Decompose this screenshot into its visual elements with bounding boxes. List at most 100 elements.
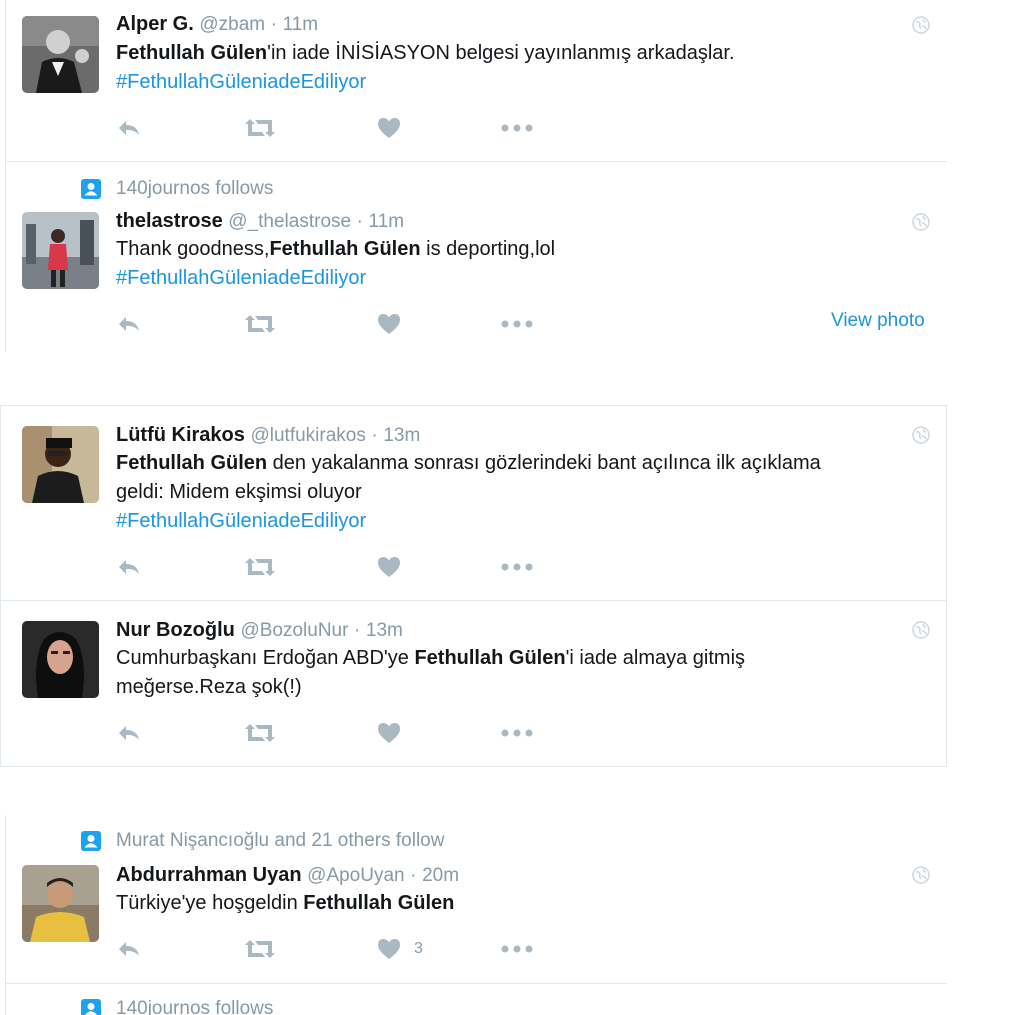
avatar[interactable] (22, 621, 99, 698)
tweet-text: Fethullah Gülen den yakalanma sonrası gö… (116, 449, 916, 536)
tweet-author-name[interactable]: Lütfü Kirakos (116, 424, 245, 446)
tweet-text-bold: Fethullah Gülen (116, 42, 268, 64)
reply-icon (119, 317, 139, 331)
tweet-author-handle[interactable]: @zbam (199, 14, 265, 35)
tweet-timestamp[interactable]: 20m (422, 865, 459, 886)
globe-icon (912, 16, 930, 34)
tweet-text-segment: den yakalanma sonrası gözlerindeki bant … (267, 452, 821, 474)
reply-icon (119, 726, 139, 740)
reply-icon (119, 942, 139, 956)
separator-dot: · (356, 211, 363, 232)
retweet-button[interactable] (244, 936, 276, 962)
heart-icon (378, 557, 400, 577)
like-button[interactable] (376, 311, 414, 337)
reply-button[interactable] (116, 936, 142, 962)
retweet-button[interactable] (244, 720, 276, 746)
tweet-author-name[interactable]: thelastrose (116, 210, 223, 232)
reply-button[interactable] (116, 720, 142, 746)
like-button[interactable] (376, 554, 414, 580)
person-badge-icon (81, 831, 101, 851)
tweet-timestamp[interactable]: 11m (369, 211, 405, 232)
reply-button[interactable] (116, 311, 142, 337)
tweet-author-name[interactable]: Nur Bozoğlu (116, 619, 235, 641)
heart-icon (378, 723, 400, 743)
tweet-text-segment: Cumhurbaşkanı Erdoğan ABD'ye (116, 647, 415, 669)
globe-icon (912, 426, 930, 444)
more-dots-icon (501, 563, 533, 571)
tweet-timestamp[interactable]: 13m (366, 620, 403, 641)
tweet[interactable]: 140journos follows (0, 984, 948, 1015)
hashtag-link[interactable]: #FethullahGüleniadeEdiliyor (116, 71, 366, 93)
reply-icon (119, 121, 139, 135)
tweet-author-name[interactable]: Abdurrahman Uyan (116, 864, 302, 886)
tweet-text-segment: 'i iade almaya gitmiş (565, 647, 746, 669)
more-button[interactable] (500, 720, 534, 746)
tweet-author-handle[interactable]: @_thelastrose (228, 211, 351, 232)
retweet-button[interactable] (244, 311, 276, 337)
tweet[interactable]: Nur Bozoğlu @BozoluNur · 13m Cumhurbaşka… (0, 601, 948, 766)
follow-context: 140journos follows (80, 998, 273, 1015)
tweet[interactable]: 140journos follows thelastrose @_thelast… (0, 162, 948, 352)
tweet-author-name[interactable]: Alper G. (116, 13, 194, 35)
follow-context-text[interactable]: 140journos follows (116, 998, 273, 1015)
more-button[interactable] (500, 936, 534, 962)
tweet-timestamp[interactable]: 13m (383, 425, 420, 446)
retweet-icon (245, 119, 275, 137)
tweet-text-bold: Fethullah Gülen (414, 647, 566, 669)
tweet-text-bold: Fethullah Gülen (116, 452, 268, 474)
more-dots-icon (501, 729, 533, 737)
reply-icon (119, 560, 139, 574)
like-button[interactable] (376, 115, 414, 141)
follow-context-text[interactable]: 140journos follows (116, 178, 273, 200)
tweet-text-segment: geldi: Midem ekşimsi oluyor (116, 481, 362, 503)
retweet-icon (245, 315, 275, 333)
follow-context-text[interactable]: Murat Nişancıoğlu and 21 others follow (116, 830, 444, 852)
reply-button[interactable] (116, 115, 142, 141)
like-button[interactable] (376, 720, 414, 746)
hashtag-link[interactable]: #FethullahGüleniadeEdiliyor (116, 267, 366, 289)
tweet-text: Türkiye'ye hoşgeldin Fethullah Gülen (116, 889, 916, 918)
globe-icon (912, 866, 930, 884)
tweet-text-bold: Fethullah Gülen (269, 238, 421, 260)
hashtag-link[interactable]: #FethullahGüleniadeEdiliyor (116, 510, 366, 532)
tweet-text-segment: 'in iade İNİSİASYON belgesi yayınlanmış … (267, 42, 735, 64)
tweet-text-segment: meğerse.Reza şok(!) (116, 676, 302, 698)
reply-button[interactable] (116, 554, 142, 580)
like-button[interactable]: 3 (376, 936, 423, 962)
tweet-author-handle[interactable]: @lutfukirakos (250, 425, 365, 446)
tweet[interactable]: Lütfü Kirakos @lutfukirakos · 13m Fethul… (0, 406, 948, 600)
more-button[interactable] (500, 311, 534, 337)
more-button[interactable] (500, 554, 534, 580)
tweet[interactable]: Murat Nişancıoğlu and 21 others follow A… (0, 815, 948, 983)
tweet-author-handle[interactable]: @ApoUyan (307, 865, 404, 886)
tweet-author-handle[interactable]: @BozoluNur (240, 620, 348, 641)
heart-icon (378, 118, 400, 138)
heart-icon (378, 939, 400, 959)
tweet-timestamp[interactable]: 11m (283, 14, 319, 35)
heart-icon (378, 314, 400, 334)
view-photo-link[interactable]: View photo (831, 310, 925, 332)
retweet-button[interactable] (244, 554, 276, 580)
tweet-text-segment: Thank goodness, (116, 238, 270, 260)
retweet-button[interactable] (244, 115, 276, 141)
separator-dot: · (410, 865, 417, 886)
like-count: 3 (414, 940, 423, 957)
tweet[interactable]: Alper G. @zbam · 11m Fethullah Gülen'in … (0, 0, 948, 161)
tweet-text: Fethullah Gülen'in iade İNİSİASYON belge… (116, 39, 916, 97)
avatar[interactable] (22, 865, 99, 942)
retweet-icon (245, 724, 275, 742)
follow-context: 140journos follows (80, 178, 273, 200)
globe-icon (912, 213, 930, 231)
avatar[interactable] (22, 16, 99, 93)
person-badge-icon (81, 999, 101, 1015)
tweet-text-bold: Fethullah Gülen (303, 892, 455, 914)
retweet-icon (245, 940, 275, 958)
tweet-text: Cumhurbaşkanı Erdoğan ABD'ye Fethullah G… (116, 644, 916, 702)
avatar[interactable] (22, 426, 99, 503)
person-badge-icon (81, 179, 101, 199)
separator-dot: · (371, 425, 378, 446)
avatar[interactable] (22, 212, 99, 289)
more-dots-icon (501, 124, 533, 132)
tweet-text-segment: Türkiye'ye hoşgeldin (116, 892, 304, 914)
more-button[interactable] (500, 115, 534, 141)
